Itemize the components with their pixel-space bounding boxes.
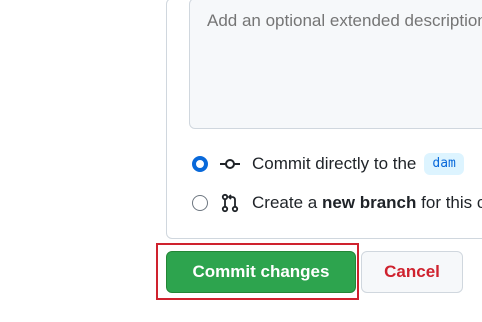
new-branch-label-suffix: for this commit and start a pull request…: [421, 193, 482, 212]
git-pull-request-icon: [220, 193, 240, 213]
new-branch-radio[interactable]: [192, 195, 208, 211]
commit-direct-radio[interactable]: [192, 156, 208, 172]
cancel-button[interactable]: Cancel: [361, 251, 463, 293]
new-branch-label-bold: new branch: [321, 193, 417, 212]
extended-description-textarea[interactable]: [189, 0, 482, 129]
new-branch-option[interactable]: Create a new branch for this commit and …: [192, 190, 482, 216]
commit-direct-label: Commit directly to the: [252, 154, 417, 173]
branch-name-badge: dam: [424, 153, 464, 175]
git-commit-icon: [220, 154, 240, 174]
commit-changes-button[interactable]: Commit changes: [166, 251, 356, 293]
commit-direct-option[interactable]: Commit directly to the dam: [192, 151, 464, 177]
commit-dialog: Commit directly to the dam Create a new …: [0, 0, 482, 322]
new-branch-label-prefix: Create a: [252, 193, 318, 212]
